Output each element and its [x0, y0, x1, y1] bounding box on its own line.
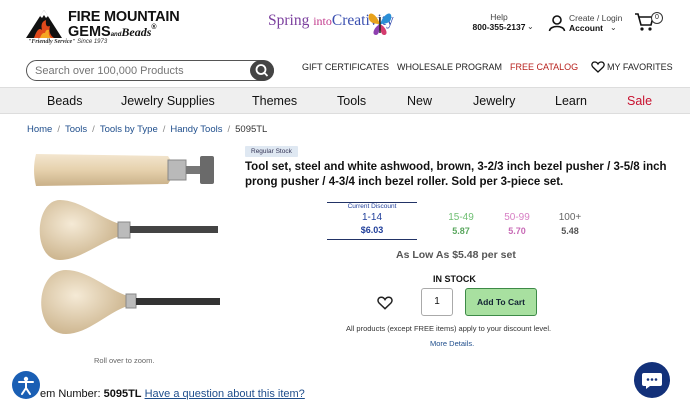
current-discount-label: Current Discount [327, 202, 417, 210]
wholesale-program-link[interactable]: WHOLESALE PROGRAM [397, 62, 502, 72]
account-label: Create / Login [569, 13, 623, 23]
nav-item-jewelry[interactable]: Jewelry [473, 94, 515, 108]
search-input[interactable] [35, 63, 245, 78]
price-tier-1: 1-14 $6.03 [327, 212, 417, 235]
nav-item-jewelry-supplies[interactable]: Jewelry Supplies [121, 94, 215, 108]
item-number-label: em Number: [40, 388, 101, 400]
logo-text-line2: GEMSandBeads® [68, 24, 157, 40]
search-button[interactable] [250, 60, 274, 81]
chat-button[interactable] [634, 362, 670, 398]
breadcrumb-current: 5095TL [235, 124, 268, 135]
price-tier-2: 15-49 5.87 [431, 212, 491, 236]
chevron-down-icon: ⌄ [610, 23, 617, 32]
tier-quantity: 15-49 [448, 212, 474, 223]
add-to-cart-button[interactable]: Add To Cart [465, 288, 537, 316]
nav-item-beads[interactable]: Beads [47, 94, 82, 108]
butterfly-icon [368, 13, 392, 35]
more-details-link[interactable]: More Details. [430, 339, 474, 348]
my-favorites-link[interactable]: MY FAVORITES [607, 62, 673, 72]
tier-price: $6.03 [360, 225, 384, 235]
zoom-hint: Roll over to zoom. [94, 356, 155, 365]
heart-icon[interactable] [377, 295, 393, 311]
product-title: Tool set, steel and white ashwood, brown… [245, 161, 667, 188]
logo-text-line1: FIRE MOUNTAIN [68, 9, 180, 25]
search-box[interactable] [26, 60, 274, 81]
nav-item-tools[interactable]: Tools [337, 94, 366, 108]
tier-price: 5.48 [561, 226, 579, 236]
tier-quantity: 50-99 [504, 212, 530, 223]
nav-item-themes[interactable]: Themes [252, 94, 297, 108]
price-tier-4: 100+ 5.48 [540, 212, 600, 236]
breadcrumb-tools[interactable]: Tools [65, 124, 87, 135]
product-image-prong-pusher[interactable] [30, 196, 225, 264]
accessibility-icon [18, 376, 34, 395]
item-number-row: em Number: 5095TL Have a question about … [40, 388, 305, 400]
discount-note: All products (except FREE items) apply t… [346, 324, 552, 333]
accessibility-button[interactable] [12, 371, 40, 399]
free-catalog-link[interactable]: FREE CATALOG [510, 62, 578, 72]
site-logo[interactable]: FIRE MOUNTAIN GEMSandBeads® "Friendly Se… [26, 6, 180, 46]
gift-certificates-link[interactable]: GIFT CERTIFICATES [302, 62, 389, 72]
mountain-logo-icon [26, 10, 62, 38]
search-icon [255, 64, 269, 77]
help-label: Help [490, 12, 508, 22]
breadcrumb-home[interactable]: Home [27, 124, 52, 135]
help-phone: 800-355-2137 [472, 22, 526, 32]
tier-quantity: 1-14 [361, 212, 382, 223]
chat-icon [642, 373, 662, 389]
product-image-bezel-roller[interactable] [30, 266, 225, 338]
main-nav: Beads Jewelry Supplies Themes Tools New … [0, 87, 690, 114]
quantity-input[interactable]: 1 [421, 288, 453, 316]
tier-underline [327, 239, 417, 240]
stock-status: IN STOCK [433, 274, 476, 284]
item-number-value: 5095TL [103, 388, 142, 400]
nav-item-new[interactable]: New [407, 94, 432, 108]
breadcrumb-tools-by-type[interactable]: Tools by Type [100, 124, 158, 135]
ask-question-link[interactable]: Have a question about this item? [145, 388, 305, 400]
tier-quantity: 100+ [558, 212, 582, 223]
breadcrumb: Home / Tools / Tools by Type / Handy Tools/509… [27, 124, 268, 135]
price-tier-3: 50-99 5.70 [487, 212, 547, 236]
stock-badge: Regular Stock [245, 146, 298, 157]
heart-icon[interactable] [591, 60, 605, 74]
user-icon[interactable] [548, 14, 566, 32]
breadcrumb-handy-tools[interactable]: Handy Tools [170, 124, 222, 135]
logo-tagline: "Friendly Service" Since 1973 [28, 39, 108, 45]
tier-price: 5.87 [452, 226, 470, 236]
nav-item-learn[interactable]: Learn [555, 94, 587, 108]
chevron-down-icon: ⌄ [527, 22, 534, 31]
nav-item-sale[interactable]: Sale [627, 94, 652, 108]
tier-price: 5.70 [508, 226, 526, 236]
product-image-bezel-pusher[interactable] [30, 146, 225, 194]
as-low-as-price: As Low As $5.48 per set [396, 249, 516, 261]
help-menu[interactable]: Help 800-355-2137 [468, 12, 530, 32]
cart-count-badge: 0 [651, 12, 663, 24]
